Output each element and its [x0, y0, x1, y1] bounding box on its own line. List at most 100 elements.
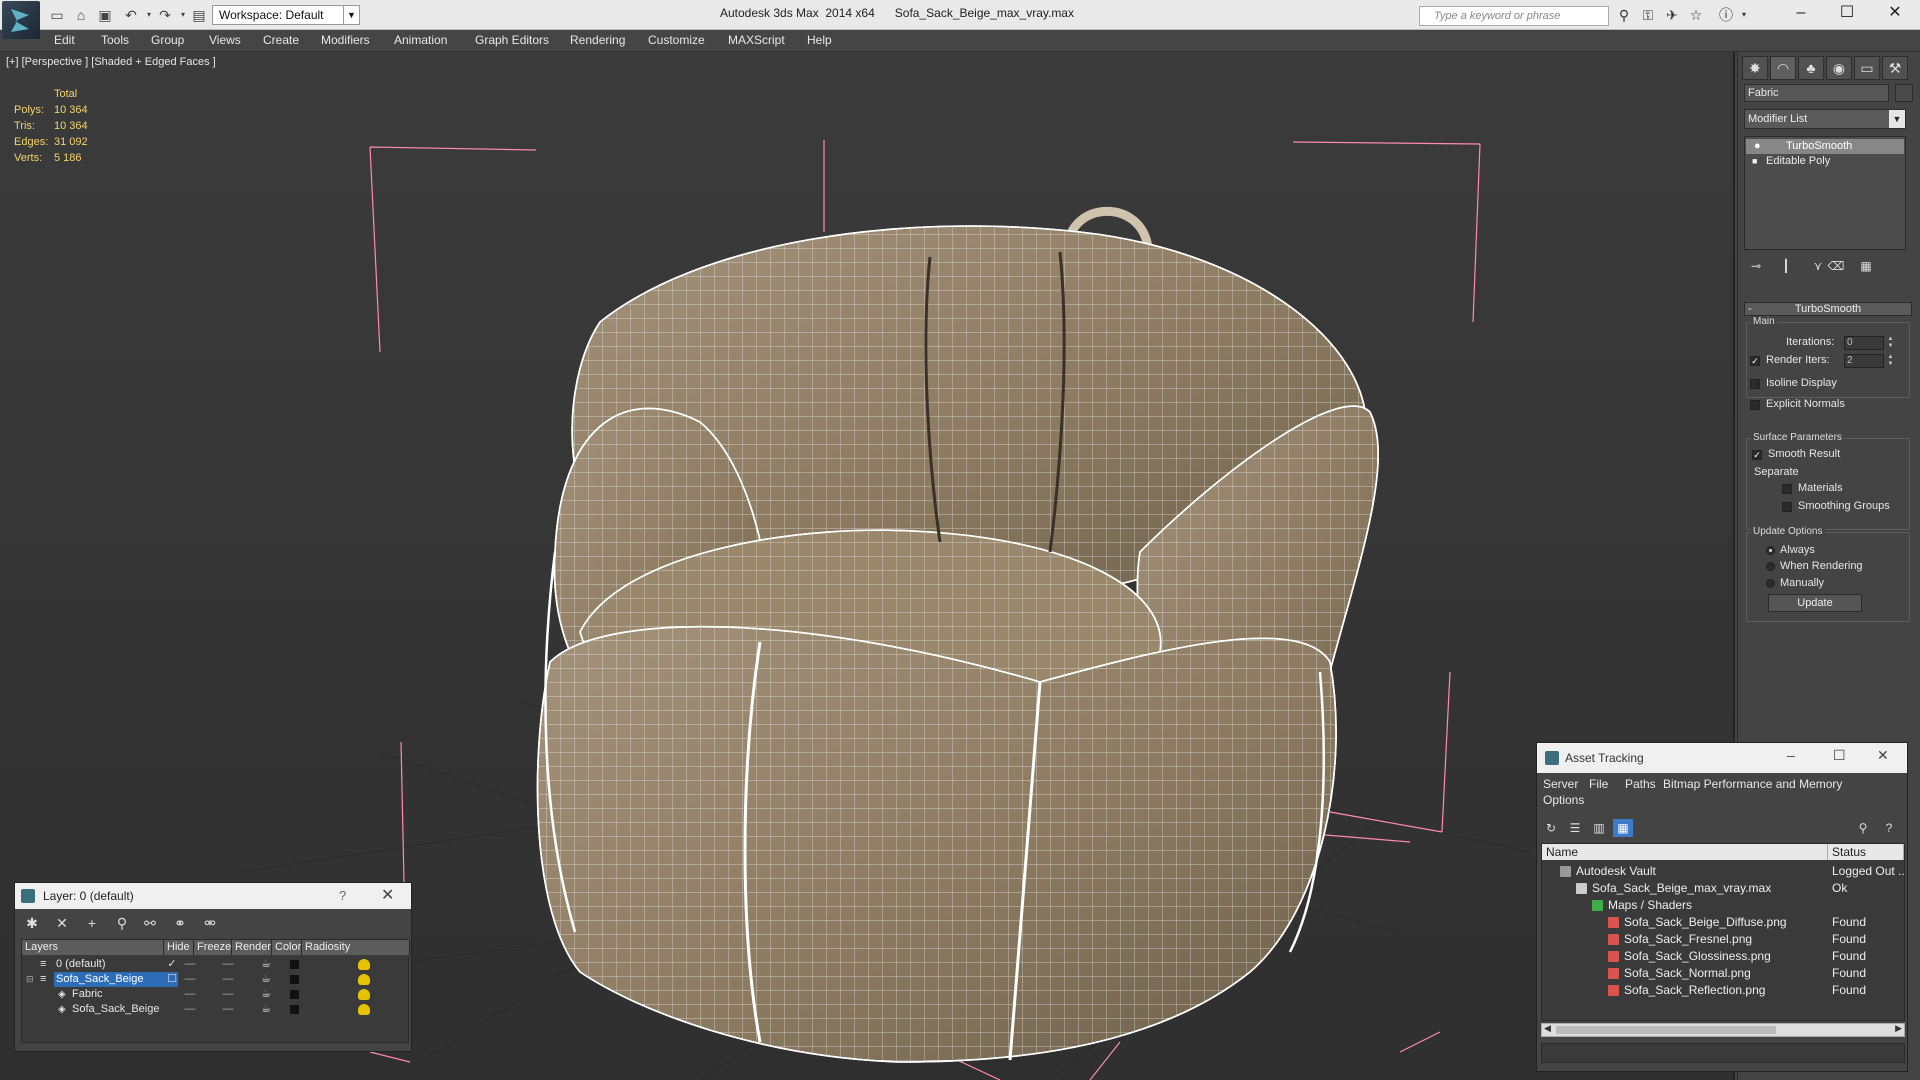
search-input[interactable]: Type a keyword or phrase [1419, 6, 1609, 26]
set-current-layer-icon[interactable]: ⚭ [169, 913, 191, 933]
chevron-down-icon[interactable]: ▼ [343, 6, 359, 24]
object-name-field[interactable]: Fabric [1744, 84, 1889, 102]
workspace-dropdown[interactable]: Workspace: Default ▼ [212, 5, 360, 25]
menu-rendering[interactable]: Rendering [570, 33, 625, 47]
modify-tab-icon[interactable]: ◠ [1770, 56, 1796, 80]
hide-toggle[interactable]: — [180, 987, 200, 1002]
communication-icon[interactable]: ✈ [1662, 6, 1682, 24]
layer-color-swatch[interactable] [290, 975, 299, 984]
close-icon[interactable]: ✕ [381, 885, 394, 905]
set-current-box[interactable]: ☐ [166, 972, 178, 987]
search-asset-icon[interactable]: ⚲ [1853, 819, 1873, 837]
asset-row-reflection[interactable]: Sofa_Sack_Reflection.png Found [1542, 982, 1904, 999]
maximize-button[interactable]: ☐ [1824, 0, 1870, 26]
remove-modifier-icon[interactable]: ⌫ [1824, 256, 1848, 276]
spinner-arrows-icon[interactable]: ▲ ▼ [1886, 336, 1895, 350]
iterations-spinner[interactable]: 0 [1844, 336, 1884, 350]
menu-graph-editors[interactable]: Graph Editors [475, 33, 549, 47]
configure-modifier-sets-icon[interactable]: ▦ [1854, 256, 1878, 276]
freeze-toggle[interactable]: — [218, 987, 238, 1002]
freeze-toggle[interactable]: — [218, 1002, 238, 1017]
menu-help[interactable]: Help [807, 33, 832, 47]
menu-modifiers[interactable]: Modifiers [321, 33, 370, 47]
list-view-icon[interactable]: ☰ [1565, 819, 1585, 837]
layer-color-swatch[interactable] [290, 960, 299, 969]
stack-item-turbosmooth[interactable]: ● TurboSmooth [1746, 139, 1904, 154]
object-color-swatch[interactable] [1895, 84, 1913, 102]
column-header-color[interactable]: Color [272, 940, 302, 955]
radiosity-icon[interactable] [358, 989, 370, 1000]
object-color-swatch[interactable] [290, 990, 299, 999]
layer-name[interactable]: 0 (default) [54, 957, 178, 972]
isoline-display-checkbox[interactable] [1750, 379, 1760, 389]
hide-toggle[interactable]: — [180, 1002, 200, 1017]
create-layer-icon[interactable]: ✱ [21, 913, 43, 933]
when-rendering-radio[interactable] [1766, 562, 1775, 571]
asset-row-fresnel[interactable]: Sofa_Sack_Fresnel.png Found [1542, 931, 1904, 948]
save-icon[interactable]: ▣ [96, 6, 114, 24]
undo-icon[interactable]: ↶ [122, 6, 140, 24]
help-dropdown-icon[interactable]: ▾ [1734, 6, 1754, 24]
column-header-hide[interactable]: Hide [164, 940, 194, 955]
stack-item-editable-poly[interactable]: ■ Editable Poly [1746, 154, 1904, 169]
asset-row-maps-shaders[interactable]: Maps / Shaders [1542, 897, 1904, 914]
lightbulb-icon[interactable]: ● [1754, 139, 1761, 154]
asset-row-glossiness[interactable]: Sofa_Sack_Glossiness.png Found [1542, 948, 1904, 965]
utilities-tab-icon[interactable]: ⚒ [1882, 56, 1908, 80]
column-header-radiosity[interactable]: Radiosity [302, 940, 410, 955]
turbosmooth-rollout-header[interactable]: - TurboSmooth [1744, 302, 1912, 316]
menu-server[interactable]: Server [1543, 777, 1578, 791]
render-teapot-icon[interactable]: ☕ [256, 987, 276, 1002]
menu-animation[interactable]: Animation [394, 33, 447, 47]
menu-paths[interactable]: Paths [1625, 777, 1656, 791]
asset-row-normal[interactable]: Sofa_Sack_Normal.png Found [1542, 965, 1904, 982]
smooth-result-checkbox[interactable]: ✓ [1752, 450, 1762, 460]
current-layer-check-icon[interactable]: ✓ [166, 957, 178, 972]
select-objects-in-layer-icon[interactable]: ⚲ [111, 913, 133, 933]
always-radio[interactable] [1766, 546, 1775, 555]
menu-edit[interactable]: Edit [54, 33, 75, 47]
show-end-result-icon[interactable]: ┃ [1774, 256, 1798, 276]
object-name[interactable]: Sofa_Sack_Beige [70, 1002, 194, 1017]
favorites-star-icon[interactable]: ☆ [1686, 6, 1706, 24]
render-iters-spinner[interactable]: 2 [1844, 354, 1884, 368]
scrollbar-thumb[interactable] [1556, 1026, 1776, 1034]
asset-row-vault[interactable]: Autodesk Vault Logged Out ... [1542, 863, 1904, 880]
object-name[interactable]: Fabric [70, 987, 194, 1002]
subscription-icon[interactable]: ⚿ [1638, 6, 1658, 24]
viewport-label[interactable]: [+] [Perspective ] [Shaded + Edged Faces… [6, 56, 216, 68]
manually-radio[interactable] [1766, 579, 1775, 588]
project-folder-icon[interactable]: ▤ [190, 6, 208, 24]
app-logo-button[interactable] [2, 1, 40, 39]
scroll-left-icon[interactable]: ◀ [1544, 1023, 1551, 1034]
chevron-down-icon[interactable]: ▼ [1889, 110, 1905, 128]
layer-object-row-fabric[interactable]: ◈ Fabric — — ☕ [22, 987, 408, 1002]
layer-object-row-sofa-sack-beige[interactable]: ◈ Sofa_Sack_Beige — — ☕ [22, 1002, 408, 1017]
open-file-icon[interactable]: ⌂ [72, 6, 90, 24]
binoculars-icon[interactable]: ⚲ [1614, 6, 1634, 24]
hide-toggle[interactable]: — [180, 957, 200, 972]
maximize-icon[interactable]: ☐ [1833, 747, 1846, 764]
layer-row-default[interactable]: ≡ 0 (default) ✓ — — ☕ [22, 957, 408, 972]
scroll-right-icon[interactable]: ▶ [1895, 1023, 1902, 1034]
minimize-icon[interactable]: – [1787, 747, 1795, 763]
menu-customize[interactable]: Customize [648, 33, 705, 47]
smoothing-groups-checkbox[interactable] [1782, 502, 1792, 512]
column-header-render[interactable]: Render [232, 940, 272, 955]
render-teapot-icon[interactable]: ☕ [256, 972, 276, 987]
menu-views[interactable]: Views [209, 33, 241, 47]
select-layer-icon[interactable]: ⚯ [139, 913, 161, 933]
asset-row-diffuse[interactable]: Sofa_Sack_Beige_Diffuse.png Found [1542, 914, 1904, 931]
asset-row-max-file[interactable]: Sofa_Sack_Beige_max_vray.max Ok [1542, 880, 1904, 897]
modifier-stack[interactable]: ● TurboSmooth ■ Editable Poly [1744, 136, 1906, 250]
layer-dialog-titlebar[interactable]: Layer: 0 (default) ? ✕ [15, 883, 411, 909]
delete-layer-icon[interactable]: ✕ [51, 913, 73, 933]
modifier-list-dropdown[interactable]: Modifier List ▼ [1744, 109, 1906, 129]
asset-dialog-titlebar[interactable]: Asset Tracking – ☐ ✕ [1537, 743, 1907, 773]
close-window-button[interactable]: ✕ [1872, 0, 1918, 26]
minimize-button[interactable]: – [1778, 0, 1824, 26]
render-iters-checkbox[interactable]: ✓ [1750, 356, 1760, 366]
update-button[interactable]: Update [1768, 594, 1862, 612]
hide-unhide-all-icon[interactable]: ⚮ [199, 913, 221, 933]
layer-row-sofa-sack-beige[interactable]: ⊟ ≡ Sofa_Sack_Beige ☐ — — ☕ [22, 972, 408, 987]
